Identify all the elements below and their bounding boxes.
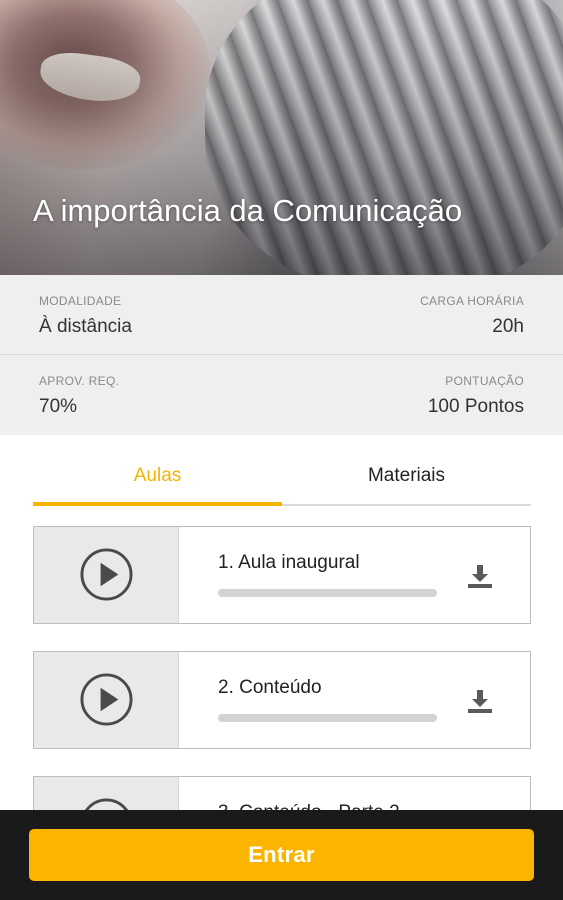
pontuacao-value: 100 Pontos <box>427 396 524 417</box>
info-row-2: APROV. REQ. 70% PONTUAÇÃO 100 Pontos <box>0 355 563 435</box>
carga-horaria-label: CARGA HORÁRIA <box>420 294 524 308</box>
aprov-req-value: 70% <box>39 396 78 417</box>
course-info-panel: MODALIDADE À distância CARGA HORÁRIA 20h… <box>0 275 563 435</box>
info-row-1: MODALIDADE À distância CARGA HORÁRIA 20h <box>0 275 563 355</box>
lesson-progress-bar <box>218 589 437 597</box>
lesson-thumbnail <box>34 777 179 810</box>
course-title: A importância da Comunicação <box>33 193 463 228</box>
aprov-req-label: APROV. REQ. <box>39 374 120 388</box>
course-hero-image: A importância da Comunicação <box>0 0 563 275</box>
tab-aulas[interactable]: Aulas <box>33 445 282 506</box>
lesson-thumbnail <box>34 652 179 748</box>
lesson-item[interactable]: 3. Conteúdo - Parte 2 <box>33 776 531 810</box>
play-circle-icon[interactable] <box>79 547 134 602</box>
enter-button[interactable]: Entrar <box>29 829 534 881</box>
lesson-item[interactable]: 2. Conteúdo <box>33 651 531 749</box>
content-tabs: Aulas Materiais <box>33 445 531 506</box>
active-tab-indicator <box>33 502 282 506</box>
lesson-title: 3. Conteúdo - Parte 2 <box>218 802 400 810</box>
play-circle-icon[interactable] <box>79 672 134 727</box>
carga-horaria-value: 20h <box>492 316 524 337</box>
lesson-progress-bar <box>218 714 437 722</box>
lesson-thumbnail <box>34 527 179 623</box>
lesson-title: 2. Conteúdo <box>218 677 322 698</box>
lesson-list: 1. Aula inaugural 2. Conteúdo 3. Con <box>33 526 531 810</box>
modalidade-label: MODALIDADE <box>39 294 122 308</box>
download-icon[interactable] <box>466 563 494 589</box>
lesson-title: 1. Aula inaugural <box>218 552 360 573</box>
play-circle-icon[interactable] <box>79 797 134 810</box>
modalidade-value: À distância <box>39 316 132 337</box>
lesson-item[interactable]: 1. Aula inaugural <box>33 526 531 624</box>
pontuacao-label: PONTUAÇÃO <box>445 374 524 388</box>
download-icon[interactable] <box>466 688 494 714</box>
hero-overlay <box>0 0 563 275</box>
bottom-action-bar: Entrar <box>0 810 563 900</box>
tab-materiais[interactable]: Materiais <box>282 445 531 506</box>
